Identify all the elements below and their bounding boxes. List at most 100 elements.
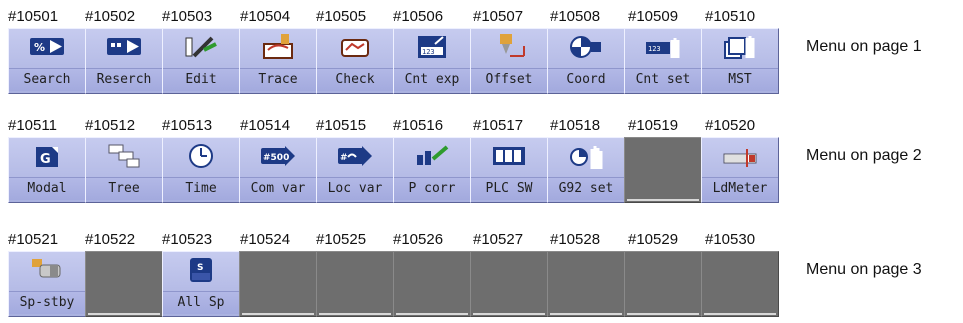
menu-id-label: #10507 [473,8,524,25]
mst-icon [721,32,759,62]
page-caption: Menu on page 1 [806,38,922,55]
menu-button-label: Loc var [317,177,393,200]
menu-button-row: G Modal Tree Time #500 Com var # Loc var P corr P… [8,137,780,203]
svg-text:G: G [40,152,51,167]
menu-button-com-var[interactable]: #500 Com var [239,137,317,203]
menu-button-ldmeter[interactable]: LdMeter [701,137,779,203]
menu-id-label: #10513 [162,117,213,134]
svg-text:#: # [340,153,348,163]
menu-id-label: #10514 [240,117,291,134]
menu-button-label: Time [163,177,239,200]
menu-id-label: #10503 [162,8,213,25]
menu-id-label: #10528 [550,231,601,248]
clock-icon [182,141,220,171]
menu-button-label: Check [317,68,393,91]
menu-button-coord[interactable]: Coord [547,28,625,94]
menu-id-label: #10509 [628,8,679,25]
menu-id-label: #10505 [316,8,367,25]
menu-id-label: #10516 [393,117,444,134]
menu-button-label: Com var [240,177,316,200]
menu-button-blank [624,251,702,317]
menu-button-label: Cnt set [625,68,701,91]
menu-id-label: #10521 [8,231,59,248]
menu-button-label: Reserch [86,68,162,91]
menu-button-cnt-set[interactable]: 123 Cnt set [624,28,702,94]
menu-id-label: #10511 [8,117,57,134]
modal-icon: G [28,141,66,171]
menu-button-label: Sp-stby [9,291,85,314]
menu-button-cnt-exp[interactable]: 123 Cnt exp [393,28,471,94]
menu-button-search[interactable]: % Search [8,28,86,94]
menu-button-label: Tree [86,177,162,200]
menu-button-label: LdMeter [702,177,778,200]
menu-button-label: Cnt exp [394,68,470,91]
menu-id-label: #10506 [393,8,444,25]
menu-button-blank [547,251,625,317]
menu-button-label: Edit [163,68,239,91]
menu-id-label: #10530 [705,231,756,248]
menu-button-label: Search [9,68,85,91]
menu-id-label: #10527 [473,231,524,248]
menu-button-label: Offset [471,68,547,91]
menu-button-blank [316,251,394,317]
menu-id-label: #10526 [393,231,444,248]
offset-icon [490,32,528,62]
counter-set-icon: 123 [644,32,682,62]
menu-button-row: Sp-stby S All Sp [8,251,780,317]
menu-button-modal[interactable]: G Modal [8,137,86,203]
menu-id-label: #10520 [705,117,756,134]
menu-button-g92-set[interactable]: G92 set [547,137,625,203]
menu-button-offset[interactable]: Offset [470,28,548,94]
local-variable-icon: # [336,141,374,171]
menu-button-reserch[interactable]: Reserch [85,28,163,94]
menu-button-blank [624,137,702,203]
menu-id-label: #10508 [550,8,601,25]
svg-text:S: S [197,263,203,273]
menu-id-label: #10529 [628,231,679,248]
menu-button-blank [85,251,163,317]
menu-id-label: #10510 [705,8,756,25]
load-meter-icon [721,141,759,171]
menu-id-label: #10523 [162,231,213,248]
trace-icon [259,32,297,62]
check-icon [336,32,374,62]
common-variable-icon: #500 [259,141,297,171]
svg-text:123: 123 [422,48,435,56]
menu-button-edit[interactable]: Edit [162,28,240,94]
tree-icon [105,141,143,171]
menu-button-label: MST [702,68,778,91]
menu-id-label: #10501 [8,8,59,25]
menu-button-tree[interactable]: Tree [85,137,163,203]
menu-id-row: #10521 #10522 #10523 #10524 #10525 #10526 #105… [8,232,778,248]
menu-button-label: Modal [9,177,85,200]
page-caption: Menu on page 2 [806,147,922,164]
menu-button-trace[interactable]: Trace [239,28,317,94]
page-caption: Menu on page 3 [806,261,922,278]
counter-expand-icon: 123 [413,32,451,62]
menu-button-p-corr[interactable]: P corr [393,137,471,203]
menu-button-label: P corr [394,177,470,200]
menu-id-label: #10517 [473,117,524,134]
menu-button-label: PLC SW [471,177,547,200]
g92-set-icon [567,141,605,171]
menu-button-sp-stby[interactable]: Sp-stby [8,251,86,317]
menu-button-loc-var[interactable]: # Loc var [316,137,394,203]
menu-button-all-sp[interactable]: S All Sp [162,251,240,317]
menu-id-label: #10524 [240,231,291,248]
svg-text:123: 123 [648,45,661,53]
menu-button-mst[interactable]: MST [701,28,779,94]
plc-switch-icon [490,141,528,171]
menu-id-label: #10504 [240,8,291,25]
menu-button-label: Trace [240,68,316,91]
svg-text:#500: #500 [263,153,289,163]
menu-id-row: #10511 #10512 #10513 #10514 #10515 #10516 #105… [8,118,778,134]
menu-id-label: #10512 [85,117,136,134]
menu-button-label: Coord [548,68,624,91]
menu-button-plc-sw[interactable]: PLC SW [470,137,548,203]
menu-id-label: #10525 [316,231,367,248]
menu-button-time[interactable]: Time [162,137,240,203]
menu-id-label: #10515 [316,117,367,134]
edit-icon [182,32,220,62]
menu-button-check[interactable]: Check [316,28,394,94]
search-icon: % [28,32,66,62]
